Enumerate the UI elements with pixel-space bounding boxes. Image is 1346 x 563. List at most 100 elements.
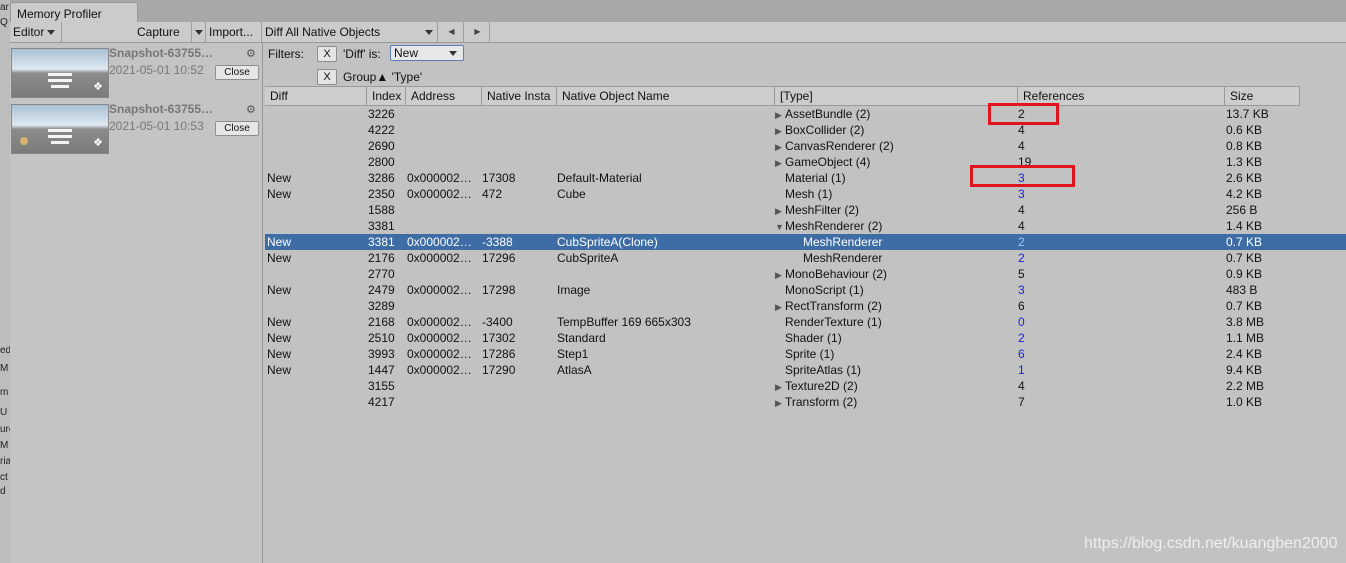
cell-references[interactable]: 3	[1018, 283, 1078, 297]
column-header-type[interactable]: [Type]	[775, 87, 1018, 105]
gear-icon[interactable]: ⚙	[246, 47, 256, 60]
table-row[interactable]: 3226 ▶ AssetBundle (2) 2 13.7 KB	[265, 106, 1346, 122]
view-select[interactable]: Diff All Native Objects	[262, 22, 438, 42]
history-back-button[interactable]: ◀	[440, 22, 464, 42]
cell-index: 3993	[368, 347, 395, 361]
table-row[interactable]: 2800 ▶ GameObject (4) 19 1.3 KB	[265, 154, 1346, 170]
view-select-value: Diff All Native Objects	[265, 25, 381, 39]
expand-arrow-icon[interactable]: ▶	[775, 108, 785, 122]
expand-arrow-icon[interactable]: ▶	[775, 268, 785, 282]
table-row[interactable]: 3381 ▼MeshRenderer (2) 4 1.4 KB	[265, 218, 1346, 234]
capture-dropdown[interactable]	[192, 22, 206, 42]
cell-index: 4217	[368, 395, 395, 409]
table-row[interactable]: New 2510 0x000002… 17302 Standard Shader (1) 2…	[265, 330, 1346, 346]
highlight-box	[988, 103, 1059, 125]
cell-type: ▶ BoxCollider (2)	[775, 123, 1015, 138]
cell-index: 3381	[368, 235, 395, 249]
cell-diff: New	[267, 283, 292, 297]
type-label: MeshRenderer	[803, 251, 883, 265]
table-row[interactable]: 2770 ▶ MonoBehaviour (2) 5 0.9 KB	[265, 266, 1346, 282]
remove-diff-filter-button[interactable]: X	[317, 46, 337, 62]
column-header-native-object-name[interactable]: Native Object Name	[557, 87, 775, 105]
background-text-fragment: ar	[0, 2, 9, 13]
expand-arrow-icon[interactable]: ▶	[775, 300, 785, 314]
capture-label: Capture	[137, 25, 180, 39]
snapshot-date: 2021-05-01 10:52	[109, 63, 204, 77]
import-button[interactable]: Import...	[206, 22, 262, 42]
column-header-index[interactable]: Index	[367, 87, 406, 105]
table-row[interactable]: New 2168 0x000002… -3400 TempBuffer 169 665x…	[265, 314, 1346, 330]
diff-filter-value: New	[394, 46, 419, 60]
column-header-diff[interactable]: Diff	[265, 87, 367, 105]
column-header-size[interactable]: Size	[1225, 87, 1300, 105]
thumb-ui-bar	[51, 141, 69, 144]
filter-bar: Filters: X 'Diff' is: New X Group▲ 'Type…	[263, 43, 1346, 85]
table-row[interactable]: 3289 ▶ RectTransform (2) 6 0.7 KB	[265, 298, 1346, 314]
collapse-arrow-icon[interactable]: ▼	[775, 220, 785, 234]
cell-size: 1.3 KB	[1226, 155, 1263, 169]
triangle-left-icon: ◀	[448, 27, 455, 36]
table-row[interactable]: 4217 ▶ Transform (2) 7 1.0 KB	[265, 394, 1346, 410]
cell-type: ▶ CanvasRenderer (2)	[775, 139, 1015, 154]
cell-references: 5	[1018, 267, 1025, 281]
cell-references[interactable]: 0	[1018, 315, 1078, 329]
snapshot-thumbnail: ❖	[11, 48, 109, 98]
table-row[interactable]: 4222 ▶ BoxCollider (2) 4 0.6 KB	[265, 122, 1346, 138]
cell-index: 2800	[368, 155, 395, 169]
column-header-native-instance[interactable]: Native Insta	[482, 87, 557, 105]
cell-references[interactable]: 6	[1018, 347, 1078, 361]
cell-references[interactable]: 1	[1018, 363, 1078, 377]
table-row[interactable]: 1588 ▶ MeshFilter (2) 4 256 B	[265, 202, 1346, 218]
close-snapshot-button[interactable]: Close	[215, 121, 259, 136]
cell-references[interactable]: 2	[1018, 251, 1078, 265]
cell-size: 2.6 KB	[1226, 171, 1263, 185]
history-forward-button[interactable]: ▶	[466, 22, 490, 42]
close-snapshot-button[interactable]: Close	[215, 65, 259, 80]
type-label: MonoBehaviour (2)	[785, 267, 888, 281]
expand-arrow-icon[interactable]: ▶	[775, 396, 785, 410]
table-row[interactable]: New 2176 0x000002… 17296 CubSpriteA MeshRende…	[265, 250, 1346, 266]
background-text-fragment: ct	[0, 472, 8, 483]
cell-native-instance: 17286	[482, 347, 516, 361]
table-row[interactable]: 2690 ▶ CanvasRenderer (2) 4 0.8 KB	[265, 138, 1346, 154]
cell-type: Mesh (1)	[775, 187, 1015, 201]
expand-arrow-icon[interactable]: ▶	[775, 124, 785, 138]
cell-references[interactable]: 2	[1018, 235, 1078, 249]
cell-native-instance: 17302	[482, 331, 516, 345]
gear-icon[interactable]: ⚙	[246, 103, 256, 116]
tab-memory-profiler[interactable]: Memory Profiler	[10, 2, 138, 22]
cell-address: 0x000002…	[407, 363, 472, 377]
windows-logo-icon: ❖	[93, 137, 103, 149]
cell-native-instance: -3400	[482, 315, 513, 329]
diff-filter-label: 'Diff' is:	[343, 47, 381, 61]
column-header-address[interactable]: Address	[406, 87, 482, 105]
table-row[interactable]: New 1447 0x000002… 17290 AtlasA SpriteAtlas (…	[265, 362, 1346, 378]
expand-arrow-icon[interactable]: ▶	[775, 140, 785, 154]
cell-native-object-name: Cube	[557, 187, 586, 201]
expand-arrow-icon[interactable]: ▶	[775, 380, 785, 394]
capture-button[interactable]: Capture	[134, 22, 192, 42]
table-row[interactable]: New 3286 0x000002… 17308 Default-Material Mat…	[265, 170, 1346, 186]
expand-arrow-icon[interactable]: ▶	[775, 204, 785, 218]
snapshot-item[interactable]: ❖ Snapshot-63755… 2021-05-01 10:53 ⚙ Clo…	[10, 99, 262, 155]
cell-references[interactable]: 2	[1018, 331, 1078, 345]
table-row[interactable]: New 3381 0x000002… -3388 CubSpriteA(Clone) Me…	[265, 234, 1346, 250]
tab-title: Memory Profiler	[17, 7, 102, 21]
table-row[interactable]: 3155 ▶ Texture2D (2) 4 2.2 MB	[265, 378, 1346, 394]
snapshot-item[interactable]: ❖ Snapshot-63755… 2021-05-01 10:52 ⚙ Clo…	[10, 43, 262, 99]
table-row[interactable]: New 3993 0x000002… 17286 Step1 Sprite (1) 6 2.4…	[265, 346, 1346, 362]
background-text-fragment: M	[0, 440, 9, 451]
editor-dropdown[interactable]: Editor	[10, 22, 62, 42]
diff-filter-select[interactable]: New	[390, 45, 464, 61]
cell-references[interactable]: 3	[1018, 187, 1078, 201]
cell-index: 2479	[368, 283, 395, 297]
thumb-ui-bar	[48, 129, 72, 132]
cell-references: 4	[1018, 203, 1025, 217]
table-row[interactable]: New 2350 0x000002… 472 Cube Mesh (1) 3 4.2 KB	[265, 186, 1346, 202]
expand-arrow-icon[interactable]: ▶	[775, 156, 785, 170]
cell-type: ▶ MonoBehaviour (2)	[775, 267, 1015, 282]
remove-group-filter-button[interactable]: X	[317, 69, 337, 85]
table-row[interactable]: New 2479 0x000002… 17298 Image MonoScript (1)…	[265, 282, 1346, 298]
table-body: 3226 ▶ AssetBundle (2) 2 13.7 KB 4222 ▶ BoxColl…	[265, 106, 1346, 410]
cell-index: 2510	[368, 331, 395, 345]
